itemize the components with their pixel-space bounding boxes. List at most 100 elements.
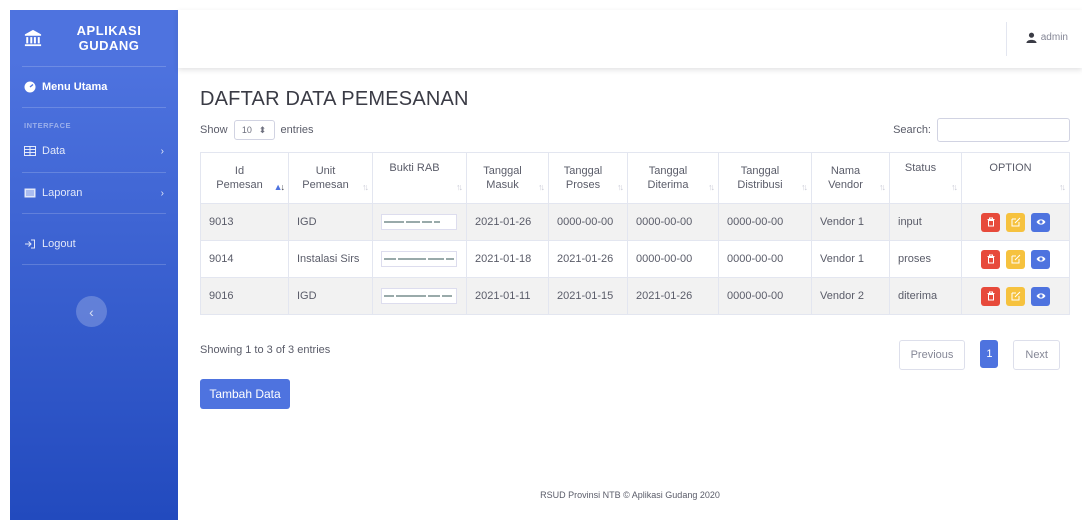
- sidebar-item-label: Data: [42, 145, 66, 157]
- column-header-tanggal-distribusi[interactable]: Tanggal Distribusi ↑↓: [718, 152, 812, 204]
- bukti-rab-thumbnail[interactable]: [381, 288, 457, 304]
- edit-button[interactable]: [1006, 286, 1025, 306]
- cell-tanggal-diterima: 2021-01-26: [627, 277, 719, 315]
- column-header-status[interactable]: Status ↑↓: [889, 152, 962, 204]
- sidebar-divider: [22, 213, 166, 214]
- trash-icon: [987, 217, 994, 227]
- cell-vendor: Vendor 1: [811, 203, 890, 241]
- edit-button[interactable]: [1006, 212, 1025, 232]
- page-title: DAFTAR DATA PEMESANAN: [200, 88, 469, 110]
- cell-option: [961, 203, 1070, 241]
- cell-tanggal-masuk: 2021-01-18: [466, 240, 549, 278]
- data-table: Id Pemesan ▲↓ Unit Pemesan ↑↓ Bukti RAB …: [200, 152, 1070, 315]
- view-button[interactable]: [1031, 212, 1050, 232]
- header-line-2: Vendor: [828, 179, 863, 191]
- cell-status: proses: [889, 240, 962, 278]
- search-label: Search:: [893, 124, 931, 136]
- sidebar-item-laporan[interactable]: Laporan ›: [10, 173, 178, 213]
- sidebar-item-menu-utama[interactable]: Menu Utama: [10, 67, 178, 107]
- cell-tanggal-diterima: 0000-00-00: [627, 203, 719, 241]
- entries-select[interactable]: 10 ⬍: [233, 120, 275, 140]
- table-icon: [24, 146, 36, 156]
- cell-unit: IGD: [288, 277, 373, 315]
- column-header-unit[interactable]: Unit Pemesan ↑↓: [288, 152, 373, 204]
- cell-unit: Instalasi Sirs: [288, 240, 373, 278]
- select-arrows-icon: ⬍: [258, 124, 267, 135]
- cell-tanggal-proses: 2021-01-26: [548, 240, 628, 278]
- search-control: Search:: [893, 118, 1070, 142]
- pagination-page-1[interactable]: 1: [980, 340, 999, 368]
- search-input[interactable]: [937, 118, 1070, 142]
- edit-button[interactable]: [1006, 249, 1025, 269]
- pagination-next[interactable]: Next: [1013, 340, 1060, 370]
- cell-tanggal-proses: 2021-01-15: [548, 277, 628, 315]
- sidebar-brand[interactable]: APLIKASI GUDANG: [10, 10, 178, 66]
- column-header-tanggal-proses[interactable]: Tanggal Proses ↑↓: [548, 152, 628, 204]
- cell-option: [961, 240, 1070, 278]
- user-name: admin: [1040, 32, 1068, 43]
- sidebar-item-label: Logout: [42, 238, 76, 250]
- chevron-left-icon: ‹: [89, 303, 94, 320]
- header-line-2: Pemesan: [302, 179, 349, 191]
- table-header-row: Id Pemesan ▲↓ Unit Pemesan ↑↓ Bukti RAB …: [200, 152, 1070, 204]
- entries-label: entries: [280, 124, 314, 136]
- cell-unit: IGD: [288, 203, 373, 241]
- header-line-1: Tanggal: [483, 165, 522, 177]
- delete-button[interactable]: [981, 286, 1000, 306]
- footer-text: RSUD Provinsi NTB © Aplikasi Gudang 2020: [540, 490, 720, 500]
- header-line-1: Bukti RAB: [389, 162, 440, 174]
- column-header-id[interactable]: Id Pemesan ▲↓: [200, 152, 289, 204]
- sidebar-item-data[interactable]: Data ›: [10, 138, 178, 164]
- user-icon: [1026, 32, 1037, 43]
- sort-icon: ↑↓: [362, 182, 369, 192]
- eye-icon: [1036, 219, 1045, 225]
- table-info: Showing 1 to 3 of 3 entries: [200, 344, 331, 356]
- entries-select-value: 10: [241, 125, 252, 135]
- topbar-divider: [1006, 22, 1007, 56]
- bank-icon: [24, 29, 42, 47]
- header-line-2: Proses: [565, 179, 601, 191]
- sort-icon: ↑↓: [538, 182, 545, 192]
- column-header-bukti-rab[interactable]: Bukti RAB ↑↓: [372, 152, 467, 204]
- header-line-2: Pemesan: [216, 179, 263, 191]
- cell-tanggal-diterima: 0000-00-00: [627, 240, 719, 278]
- sidebar-heading: INTERFACE: [24, 121, 72, 130]
- row-actions: [970, 286, 1061, 306]
- cell-bukti-rab: [372, 240, 467, 278]
- sort-ascending-icon: ▲↓: [273, 182, 286, 192]
- delete-button[interactable]: [981, 249, 1000, 269]
- view-button[interactable]: [1031, 286, 1050, 306]
- header-line-2: Masuk: [486, 179, 519, 191]
- bukti-rab-thumbnail[interactable]: [381, 251, 457, 267]
- cell-status: diterima: [889, 277, 962, 315]
- delete-button[interactable]: [981, 212, 1000, 232]
- chevron-right-icon: ›: [160, 187, 164, 199]
- cell-vendor: Vendor 2: [811, 277, 890, 315]
- column-header-tanggal-masuk[interactable]: Tanggal Masuk ↑↓: [466, 152, 549, 204]
- column-header-option[interactable]: OPTION ↑↓: [961, 152, 1070, 204]
- view-button[interactable]: [1031, 249, 1050, 269]
- sidebar-item-logout[interactable]: Logout: [10, 224, 178, 264]
- sidebar-toggle-button[interactable]: ‹: [76, 296, 107, 327]
- entries-length-control: Show 10 ⬍ entries: [200, 120, 314, 140]
- table-row: 9016 IGD 2021-01-11 2021-01-15 2021-01-2…: [200, 277, 1070, 315]
- trash-icon: [987, 291, 994, 301]
- cell-id: 9014: [200, 240, 289, 278]
- brand-title: APLIKASI GUDANG: [54, 23, 164, 53]
- sort-icon: ↑↓: [617, 182, 624, 192]
- pagination-previous[interactable]: Previous: [898, 340, 966, 370]
- user-menu[interactable]: admin: [1026, 32, 1068, 43]
- row-actions: [970, 249, 1061, 269]
- sidebar-item-label: Laporan: [42, 187, 83, 199]
- bukti-rab-thumbnail[interactable]: [381, 214, 457, 230]
- header-line-1: Tanggal: [740, 165, 780, 177]
- column-header-tanggal-diterima[interactable]: Tanggal Diterima ↑↓: [627, 152, 719, 204]
- chevron-right-icon: ›: [160, 145, 164, 157]
- header-line-1: Tanggal: [563, 165, 603, 177]
- cell-id: 9016: [200, 277, 289, 315]
- add-data-button[interactable]: Tambah Data: [200, 379, 290, 409]
- cell-tanggal-masuk: 2021-01-26: [466, 203, 549, 241]
- show-label: Show: [200, 124, 228, 136]
- column-header-nama-vendor[interactable]: Nama Vendor ↑↓: [811, 152, 890, 204]
- table-row: 9014 Instalasi Sirs 2021-01-18 2021-01-2…: [200, 240, 1070, 278]
